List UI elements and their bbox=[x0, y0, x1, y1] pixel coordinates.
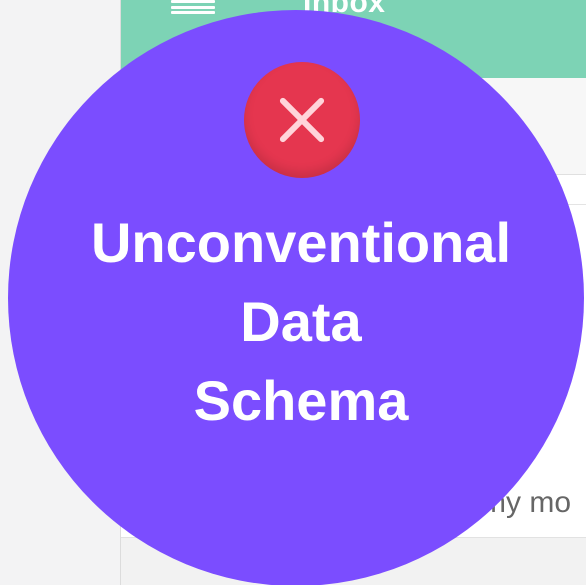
badge-label-line-3: Schema bbox=[193, 369, 409, 432]
badge-label-line-2: Data bbox=[240, 290, 362, 353]
close-icon bbox=[244, 62, 360, 178]
badge-label-line-1: Unconventional bbox=[90, 211, 512, 274]
menu-icon[interactable] bbox=[171, 0, 215, 14]
status-badge: Unconventional Data Schema bbox=[8, 10, 584, 585]
badge-label: Unconventional Data Schema bbox=[28, 203, 574, 440]
screen: Inbox my mo Unconventional Data Schema bbox=[0, 0, 586, 585]
